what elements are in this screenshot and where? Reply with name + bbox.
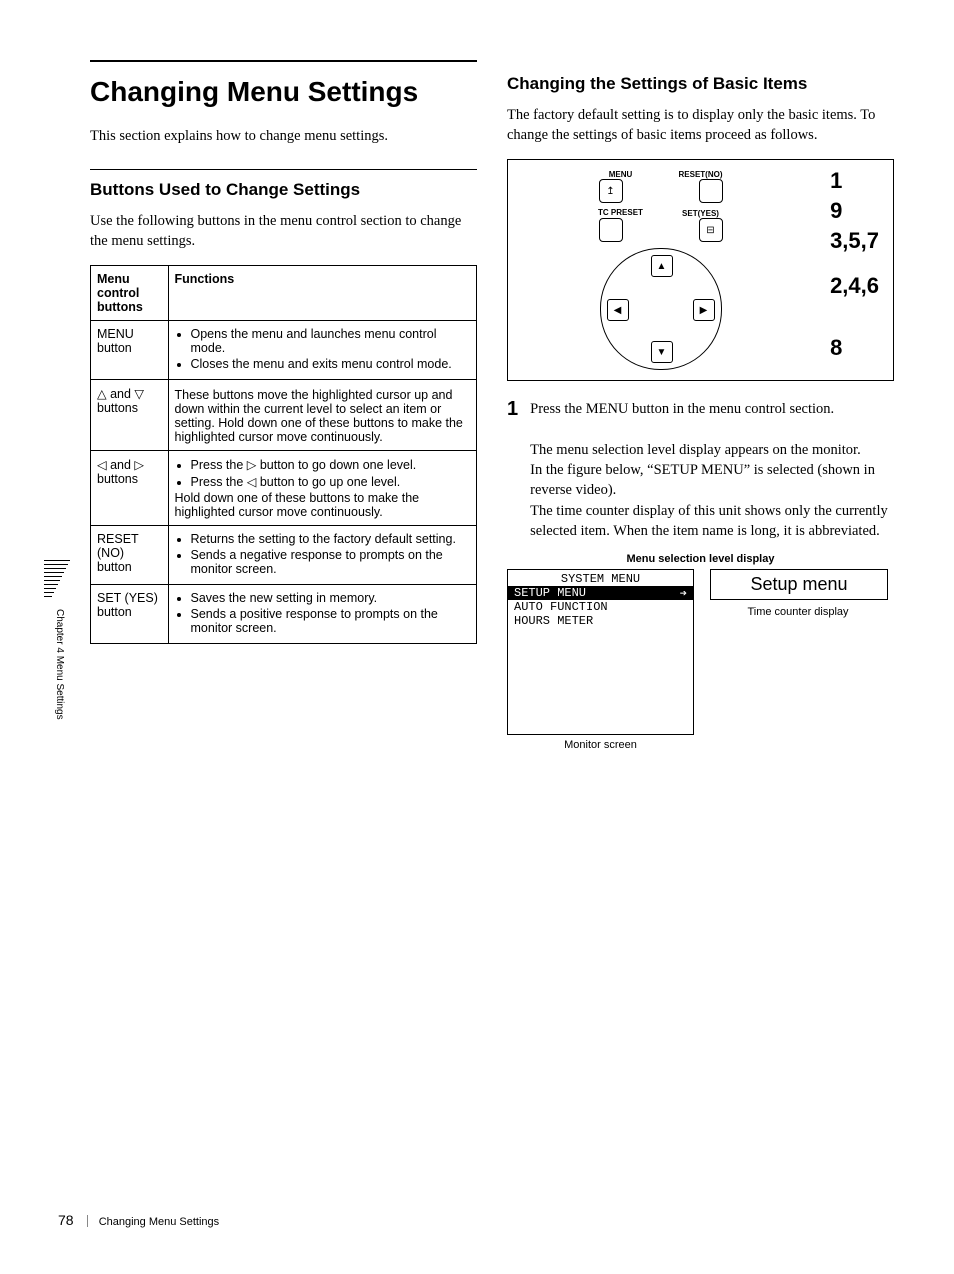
step-number: 1 — [507, 399, 518, 541]
monitor-line-selected: SETUP MENU — [508, 586, 693, 600]
table-row: MENU button Opens the menu and launches … — [91, 321, 477, 380]
chapter-side-label: Chapter 4 Menu Settings — [54, 609, 65, 720]
monitor-caption: Monitor screen — [507, 739, 694, 751]
page-number: 78 — [58, 1212, 74, 1228]
up-arrow-icon: ▲ — [651, 255, 673, 277]
margin-ornament-icon — [44, 560, 54, 597]
left-arrow-icon: ◀ — [607, 299, 629, 321]
func-bullet: Sends a positive response to prompts on … — [191, 607, 471, 635]
footer-title: Changing Menu Settings — [99, 1216, 219, 1228]
btn-func: These buttons move the highlighted curso… — [168, 380, 477, 451]
func-bullet: Returns the setting to the factory defau… — [191, 532, 471, 546]
func-text: These buttons move the highlighted curso… — [175, 388, 471, 444]
table-row: SET (YES) button Saves the new setting i… — [91, 585, 477, 644]
right-arrow-icon: ▶ — [693, 299, 715, 321]
callout: 9 — [830, 196, 879, 226]
step-1: 1 Press the MENU button in the menu cont… — [507, 399, 894, 541]
menu-button-icon: ↥ — [599, 179, 623, 203]
th-buttons: Menu control buttons — [91, 266, 169, 321]
footer-divider-icon — [87, 1215, 88, 1227]
dpad-icon: ▲ ▼ ◀ ▶ — [600, 248, 722, 370]
monitor-line: AUTO FUNCTION — [508, 600, 693, 614]
tc-preset-button-icon — [599, 218, 623, 242]
step-instruction: Press the MENU button in the menu contro… — [530, 399, 894, 419]
section-buttons-heading: Buttons Used to Change Settings — [90, 169, 477, 200]
btn-name: MENU button — [91, 321, 169, 380]
func-bullet: Opens the menu and launches menu control… — [191, 327, 471, 355]
callout: 2,4,6 — [830, 271, 879, 301]
down-arrow-icon: ▼ — [651, 341, 673, 363]
menu-display-caption: Menu selection level display — [507, 553, 894, 565]
section-basic-heading: Changing the Settings of Basic Items — [507, 74, 894, 94]
page-title: Changing Menu Settings — [90, 60, 477, 108]
callout: 8 — [830, 333, 879, 363]
side-margin: Chapter 4 Menu Settings — [44, 560, 65, 720]
monitor-screen: SYSTEM MENU SETUP MENU AUTO FUNCTION HOU… — [507, 569, 694, 735]
btn-name: ◁ and ▷ buttons — [91, 451, 169, 526]
reset-button-icon — [699, 179, 723, 203]
btn-name: SET (YES) button — [91, 585, 169, 644]
time-counter-box: Setup menu — [710, 569, 888, 600]
func-bullet: Saves the new setting in memory. — [191, 591, 471, 605]
time-counter-caption: Time counter display — [710, 606, 886, 618]
func-bullet: Closes the menu and exits menu control m… — [191, 357, 471, 371]
func-bullet: Sends a negative response to prompts on … — [191, 548, 471, 576]
left-column: Changing Menu Settings This section expl… — [90, 60, 477, 751]
func-tail: Hold down one of these buttons to make t… — [175, 491, 471, 519]
buttons-lead: Use the following buttons in the menu co… — [90, 212, 477, 251]
page-footer: 78 Changing Menu Settings — [58, 1212, 219, 1228]
right-column: Changing the Settings of Basic Items The… — [507, 60, 894, 751]
control-panel-diagram: MENU RESET(NO) ↥ TC PRESET SET(YES) ⊟ ▲ — [507, 159, 894, 381]
callout-numbers: 1 9 3,5,7 2,4,6 8 — [830, 166, 879, 362]
monitor-line: SYSTEM MENU — [508, 572, 693, 586]
btn-func: Saves the new setting in memory. Sends a… — [168, 585, 477, 644]
th-functions: Functions — [168, 266, 477, 321]
label-reset: RESET(NO) — [671, 170, 731, 179]
intro-text: This section explains how to change menu… — [90, 128, 477, 145]
buttons-table: Menu control buttons Functions MENU butt… — [90, 265, 477, 644]
func-bullet: Press the ◁ button to go up one level. — [191, 474, 471, 489]
screens-group: SYSTEM MENU SETUP MENU AUTO FUNCTION HOU… — [507, 569, 894, 751]
label-set: SET(YES) — [671, 209, 731, 218]
callout: 1 — [830, 166, 879, 196]
func-bullet: Press the ▷ button to go down one level. — [191, 457, 471, 472]
table-row: ◁ and ▷ buttons Press the ▷ button to go… — [91, 451, 477, 526]
table-row: RESET (NO) button Returns the setting to… — [91, 526, 477, 585]
btn-func: Opens the menu and launches menu control… — [168, 321, 477, 380]
step-explanation: The menu selection level display appears… — [530, 440, 894, 541]
btn-name: △ and ▽ buttons — [91, 380, 169, 451]
btn-func: Returns the setting to the factory defau… — [168, 526, 477, 585]
set-button-icon: ⊟ — [699, 218, 723, 242]
basic-lead: The factory default setting is to displa… — [507, 106, 894, 145]
btn-name: RESET (NO) button — [91, 526, 169, 585]
btn-func: Press the ▷ button to go down one level.… — [168, 451, 477, 526]
table-row: △ and ▽ buttons These buttons move the h… — [91, 380, 477, 451]
monitor-line: HOURS METER — [508, 614, 693, 628]
label-menu: MENU — [591, 170, 651, 179]
label-tc-preset: TC PRESET — [591, 209, 651, 218]
callout: 3,5,7 — [830, 226, 879, 256]
